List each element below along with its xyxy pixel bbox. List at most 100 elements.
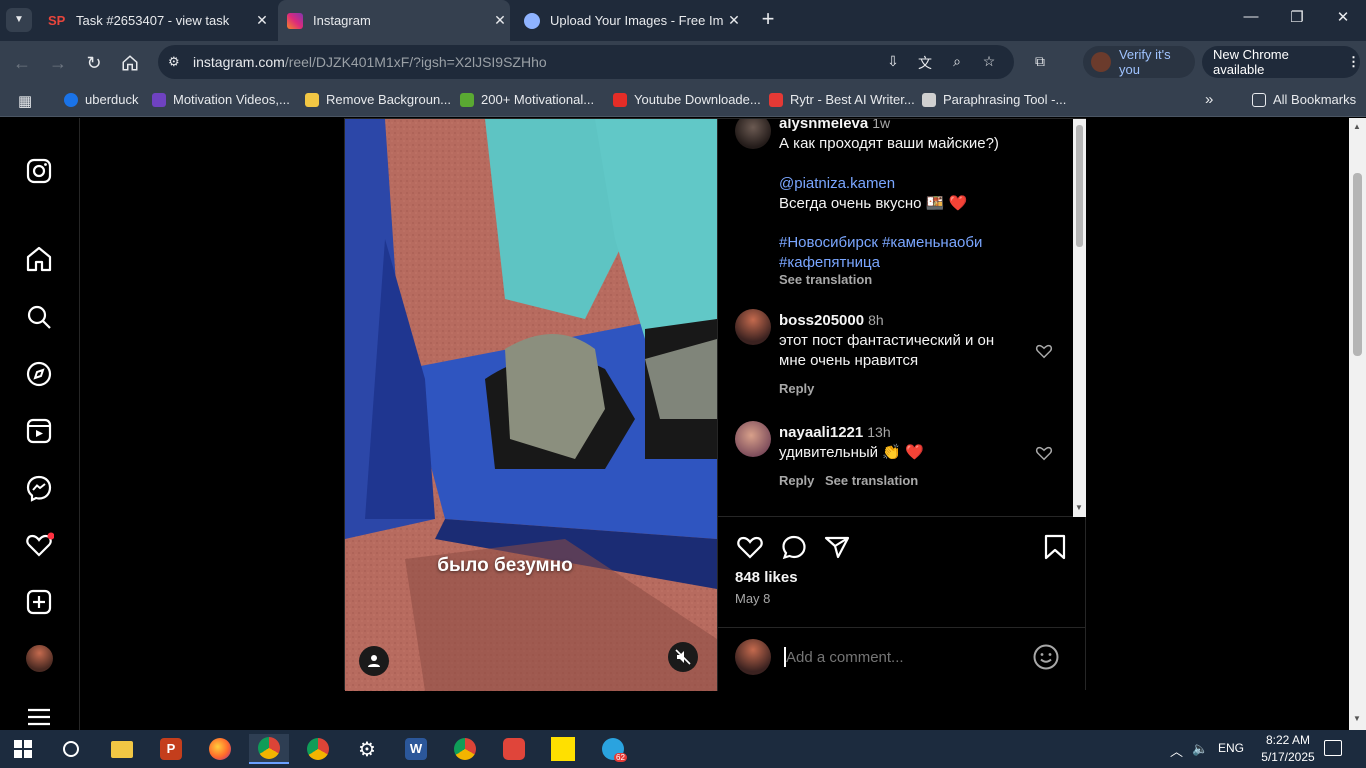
word-shape: W: [405, 738, 427, 760]
chrome-profile-icon[interactable]: [450, 734, 480, 764]
avatar[interactable]: [735, 119, 771, 149]
tray-overflow-icon[interactable]: ︿: [1170, 741, 1183, 760]
bookmark-item[interactable]: Rytr - Best AI Writer...: [769, 92, 915, 107]
search-icon[interactable]: [24, 302, 54, 332]
profile-avatar[interactable]: [26, 645, 53, 672]
mute-toggle-button[interactable]: [668, 642, 698, 672]
file-explorer-icon[interactable]: [107, 734, 137, 764]
language-indicator[interactable]: ENG: [1218, 741, 1244, 755]
see-translation-link[interactable]: See translation: [825, 473, 918, 488]
translate-icon[interactable]: 文: [916, 53, 934, 71]
share-plane-icon[interactable]: [823, 533, 851, 561]
reload-button[interactable]: ↻: [82, 51, 106, 75]
bookmark-item[interactable]: Paraphrasing Tool -...: [922, 92, 1066, 107]
scroll-down-arrow[interactable]: ▼: [1353, 714, 1361, 723]
all-bookmarks-button[interactable]: All Bookmarks: [1252, 92, 1356, 107]
firefox-icon[interactable]: [205, 734, 235, 764]
tab-upload[interactable]: Upload Your Images - Free Imag ✕: [516, 0, 744, 41]
instagram-logo-icon[interactable]: [24, 156, 54, 186]
wps-icon[interactable]: [499, 734, 529, 764]
back-button[interactable]: ←: [10, 51, 34, 75]
comment-username[interactable]: nayaali1221: [779, 424, 863, 441]
hashtag-link[interactable]: #кафепятница: [779, 253, 880, 273]
bookmark-star-icon[interactable]: ☆: [980, 53, 998, 71]
word-icon[interactable]: W: [401, 734, 431, 764]
save-bookmark-icon[interactable]: [1043, 533, 1067, 561]
create-plus-icon[interactable]: [24, 587, 54, 617]
bookmark-item[interactable]: Motivation Videos,...: [152, 92, 290, 107]
action-center-icon[interactable]: [1324, 740, 1342, 756]
mention-link[interactable]: @piatniza.kamen: [779, 174, 895, 194]
avatar[interactable]: [735, 309, 771, 345]
powerpoint-icon[interactable]: P: [156, 734, 186, 764]
page-scrollbar[interactable]: ▲ ▼: [1349, 118, 1366, 730]
bookmark-item[interactable]: uberduck: [64, 92, 138, 107]
reply-button[interactable]: Reply: [779, 381, 814, 396]
apps-grid-icon[interactable]: ▦: [18, 92, 32, 110]
install-app-icon[interactable]: ⇩: [884, 53, 902, 71]
new-tab-button[interactable]: +: [756, 6, 780, 32]
close-window-button[interactable]: ✕: [1328, 8, 1358, 26]
chrome-active-icon[interactable]: [249, 734, 289, 764]
bookmark-item[interactable]: Remove Backgroun...: [305, 92, 451, 107]
extensions-icon[interactable]: ⧉: [1031, 53, 1049, 71]
comments-scrollbar[interactable]: ▼: [1073, 119, 1086, 517]
volume-icon[interactable]: 🔈: [1192, 741, 1208, 757]
comment-username[interactable]: boss205000: [779, 312, 864, 329]
divider: [718, 627, 1086, 628]
tab-instagram[interactable]: Instagram ✕: [278, 0, 510, 41]
exness-icon[interactable]: [548, 734, 578, 764]
telegram-icon[interactable]: 62: [598, 734, 628, 764]
tab-task[interactable]: SP Task #2653407 - view task ✕: [44, 0, 272, 41]
bookmark-item[interactable]: 200+ Motivational...: [460, 92, 594, 107]
close-icon[interactable]: ✕: [490, 12, 510, 29]
restore-button[interactable]: ❐: [1282, 8, 1312, 26]
chrome-icon[interactable]: [303, 734, 333, 764]
search-button[interactable]: [56, 734, 86, 764]
explore-compass-icon[interactable]: [24, 359, 54, 389]
start-button[interactable]: [8, 734, 38, 764]
home-button[interactable]: [118, 51, 142, 75]
bookmark-item[interactable]: Youtube Downloade...: [613, 92, 761, 107]
verify-profile-button[interactable]: Verify it's you: [1083, 46, 1195, 78]
avatar[interactable]: [735, 421, 771, 457]
folder-icon: [1252, 92, 1266, 107]
scroll-up-arrow[interactable]: ▲: [1353, 122, 1361, 131]
messenger-icon[interactable]: [24, 473, 54, 503]
likes-count[interactable]: 848 likes: [735, 569, 798, 586]
scrollbar-thumb[interactable]: [1353, 173, 1362, 356]
see-translation-link[interactable]: See translation: [779, 272, 872, 287]
comment-bubble-icon[interactable]: [780, 533, 808, 561]
comment-input[interactable]: [786, 646, 1016, 668]
minimize-button[interactable]: —: [1236, 8, 1266, 25]
comment-text: Всегда очень вкусно 🍱 ❤️: [779, 195, 968, 212]
tab-search-button[interactable]: ▼: [6, 8, 32, 32]
address-bar[interactable]: ⚙ instagram.com/reel/DJZK401M1xF/?igsh=X…: [158, 45, 1014, 79]
settings-icon[interactable]: ⚙: [352, 734, 382, 764]
reels-icon[interactable]: [24, 416, 54, 446]
reply-button[interactable]: Reply: [779, 473, 814, 488]
tagged-people-button[interactable]: [359, 646, 389, 676]
hashtag-link[interactable]: #Новосибирск #каменьнаоби: [779, 233, 982, 253]
scrollbar-thumb[interactable]: [1076, 125, 1083, 247]
more-bookmarks-icon[interactable]: »: [1205, 91, 1213, 108]
comment-username[interactable]: alysnmeleva: [779, 119, 868, 132]
home-icon[interactable]: [24, 244, 54, 274]
scroll-down-arrow[interactable]: ▼: [1075, 503, 1083, 512]
reel-video[interactable]: было безумно: [345, 119, 717, 691]
like-comment-heart-icon[interactable]: [1035, 342, 1053, 360]
like-comment-heart-icon[interactable]: [1035, 444, 1053, 462]
kebab-menu-icon[interactable]: ⋮: [1347, 54, 1360, 70]
like-heart-icon[interactable]: [736, 533, 764, 561]
close-icon[interactable]: ✕: [252, 12, 272, 29]
close-icon[interactable]: ✕: [724, 12, 744, 29]
notifications-heart-icon[interactable]: [24, 530, 54, 560]
more-menu-icon[interactable]: [24, 702, 54, 730]
upload-icon: [524, 12, 540, 29]
new-chrome-button[interactable]: New Chrome available ⋮: [1202, 46, 1360, 78]
site-info-icon[interactable]: ⚙: [168, 54, 180, 70]
forward-button[interactable]: →: [46, 51, 70, 75]
clock[interactable]: 8:22 AM 5/17/2025: [1258, 732, 1318, 766]
emoji-icon[interactable]: [1032, 643, 1060, 671]
zoom-icon[interactable]: ⌕: [948, 53, 966, 71]
